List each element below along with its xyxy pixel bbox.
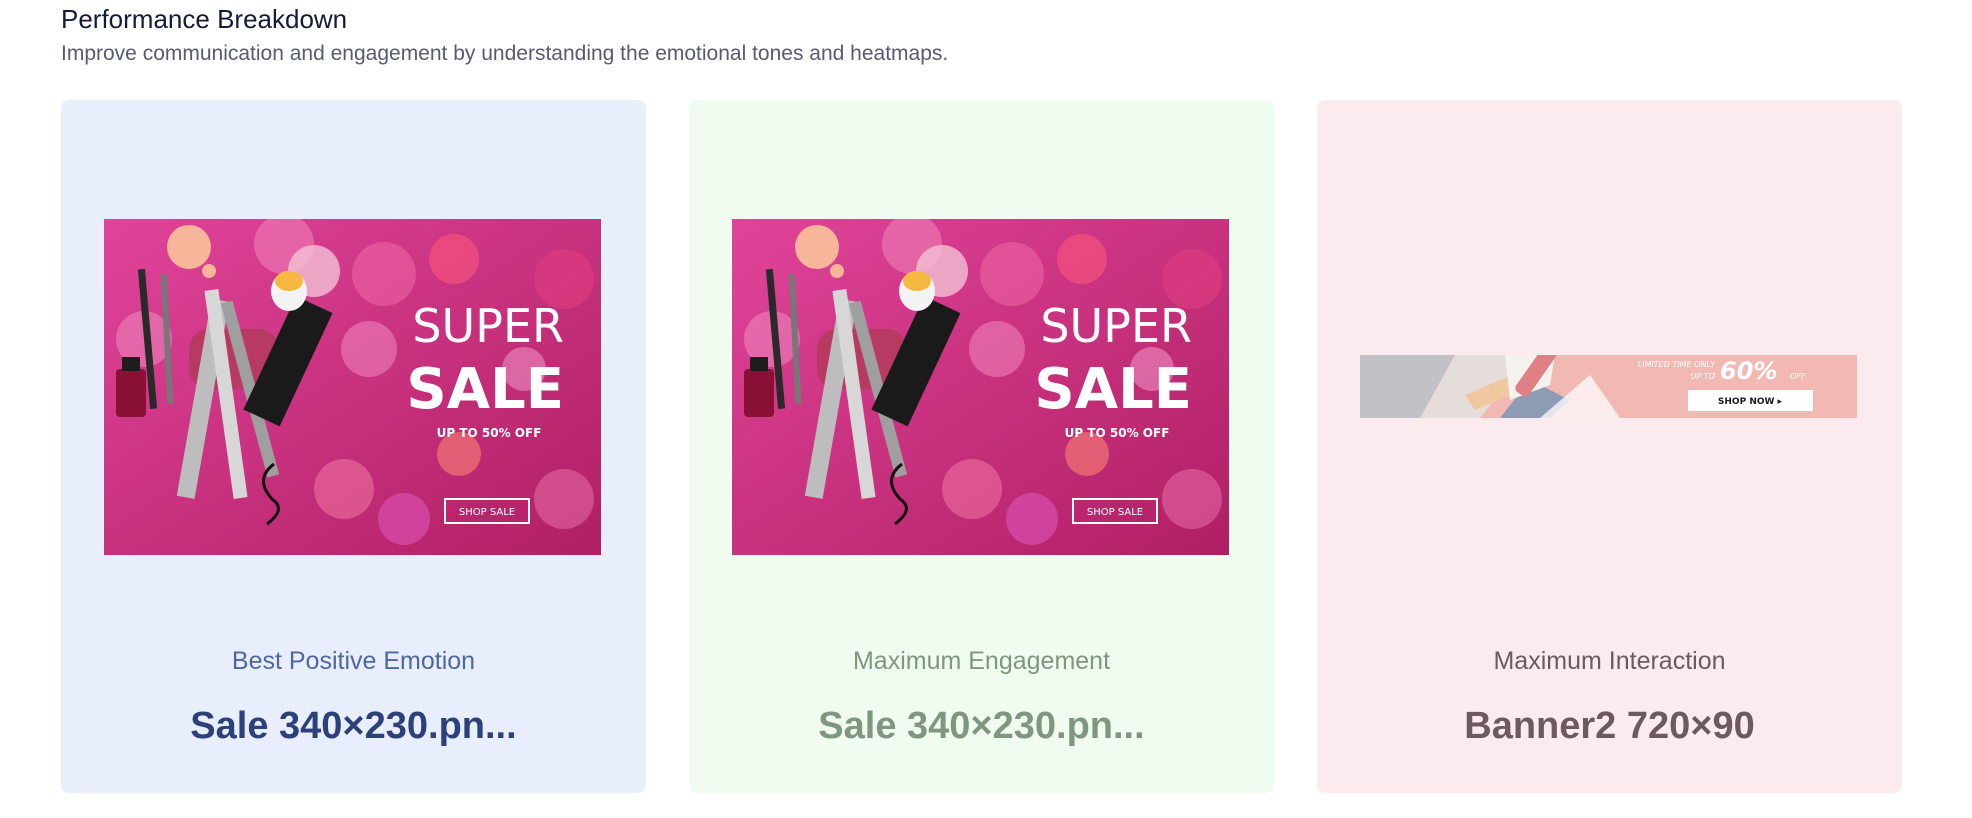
banner-offer-text: UP TO 50% OFF bbox=[1065, 426, 1170, 440]
sale-banner-thumbnail[interactable]: SUPER SALE UP TO 50% OFF SHOP SALE bbox=[732, 219, 1229, 555]
banner-upto-text: UP TO bbox=[1691, 372, 1715, 381]
banner-shop-sale-label: SHOP SALE bbox=[1087, 507, 1143, 518]
banner-sale-text: SALE bbox=[1034, 357, 1192, 422]
leaderboard-banner-thumbnail[interactable]: LIMITED TIME ONLY UP TO 60% OFF SHOP NOW… bbox=[1360, 355, 1857, 418]
card-filename: Sale 340×230.pn... bbox=[190, 705, 517, 747]
banner-offer-text: UP TO 50% OFF bbox=[437, 426, 542, 440]
sale-banner-thumbnail[interactable]: SUPER SALE UP TO 50% OFF SHOP SALE bbox=[104, 219, 601, 555]
thumbnail-area: SUPER SALE UP TO 50% OFF SHOP SALE bbox=[61, 100, 646, 640]
card-maximum-interaction[interactable]: LIMITED TIME ONLY UP TO 60% OFF SHOP NOW… bbox=[1317, 100, 1902, 793]
card-filename: Sale 340×230.pn... bbox=[818, 705, 1145, 747]
banner-percent-text: 60% bbox=[1720, 357, 1777, 385]
section-header: Performance Breakdown Improve communicat… bbox=[61, 2, 948, 68]
card-filename: Banner2 720×90 bbox=[1464, 705, 1755, 747]
card-label: Maximum Engagement bbox=[852, 647, 1111, 675]
banner-off-text: OFF bbox=[1790, 372, 1806, 381]
card-maximum-engagement[interactable]: SUPER SALE UP TO 50% OFF SHOP SALE Maxim… bbox=[689, 100, 1274, 793]
banner-shop-sale-label: SHOP SALE bbox=[459, 507, 515, 518]
banner-limited-text: LIMITED TIME ONLY bbox=[1638, 360, 1716, 369]
card-label: Maximum Interaction bbox=[1493, 647, 1726, 675]
thumbnail-area: SUPER SALE UP TO 50% OFF SHOP SALE bbox=[689, 100, 1274, 640]
banner-super-text: SUPER bbox=[412, 299, 564, 353]
thumbnail-area: LIMITED TIME ONLY UP TO 60% OFF SHOP NOW… bbox=[1317, 100, 1902, 640]
banner-super-text: SUPER bbox=[1040, 299, 1192, 353]
performance-cards: SUPER SALE UP TO 50% OFF SHOP SALE Best … bbox=[61, 100, 1902, 793]
banner-sale-text: SALE bbox=[406, 357, 564, 422]
page-subtitle: Improve communication and engagement by … bbox=[61, 42, 949, 65]
page-title: Performance Breakdown bbox=[61, 4, 348, 34]
card-best-positive-emotion[interactable]: SUPER SALE UP TO 50% OFF SHOP SALE Best … bbox=[61, 100, 646, 793]
banner-shop-now-label: SHOP NOW ▸ bbox=[1718, 397, 1783, 407]
card-label: Best Positive Emotion bbox=[231, 647, 476, 675]
